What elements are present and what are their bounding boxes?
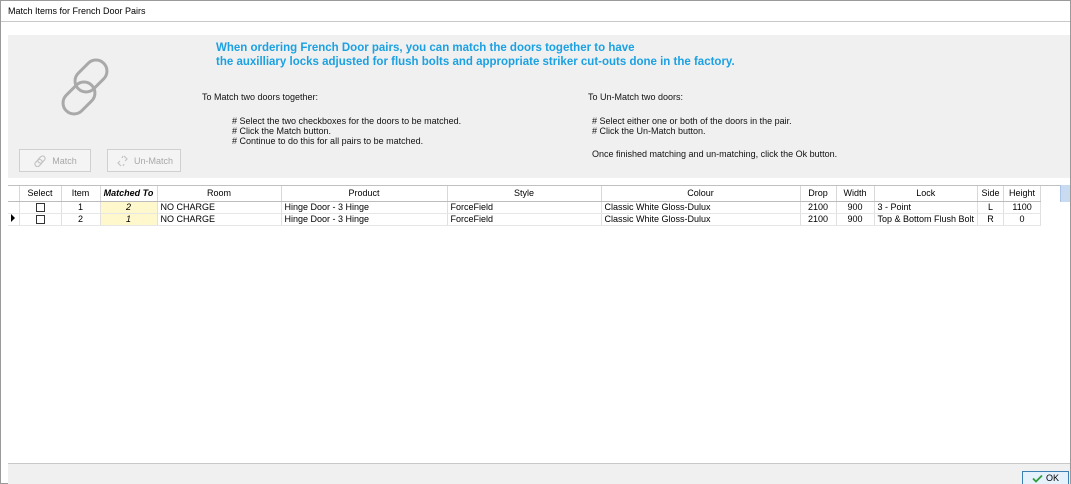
checkmark-icon	[1032, 474, 1043, 483]
select-checkbox[interactable]	[35, 202, 45, 212]
headline-line-2: the auxilliary locks adjusted for flush …	[216, 56, 735, 68]
col-header-side[interactable]: Side	[977, 186, 1005, 202]
matched-to-cell[interactable]: 2	[100, 201, 158, 214]
ok-button-label: OK	[1045, 473, 1059, 483]
matched-to-cell[interactable]: 1	[100, 213, 158, 226]
current-row-arrow-icon	[11, 213, 16, 222]
table-row[interactable]: 2 1 NO CHARGE Hinge Door - 3 Hinge Force…	[8, 213, 1042, 226]
grid-header-row: Select Item Matched To Room Product Styl…	[8, 186, 1042, 202]
room-cell: NO CHARGE	[157, 201, 282, 214]
col-header-room[interactable]: Room	[157, 186, 282, 202]
unmatch-step-1: # Select either one or both of the doors…	[592, 116, 792, 126]
height-cell: 0	[1003, 213, 1042, 226]
match-step-2: # Click the Match button.	[232, 126, 332, 136]
items-grid: Select Item Matched To Room Product Styl…	[8, 185, 1070, 462]
select-checkbox-cell[interactable]	[19, 201, 62, 214]
ok-button[interactable]: OK	[1022, 471, 1069, 484]
select-checkbox-cell[interactable]	[19, 213, 62, 226]
lock-cell: 3 - Point	[874, 201, 979, 214]
col-header-style[interactable]: Style	[447, 186, 602, 202]
width-cell: 900	[836, 213, 875, 226]
side-cell: R	[977, 213, 1005, 226]
col-header-product[interactable]: Product	[281, 186, 448, 202]
product-cell: Hinge Door - 3 Hinge	[281, 213, 448, 226]
style-cell: ForceField	[447, 213, 602, 226]
item-cell: 2	[61, 213, 101, 226]
table-row[interactable]: 1 2 NO CHARGE Hinge Door - 3 Hinge Force…	[8, 201, 1042, 214]
headline-line-1: When ordering French Door pairs, you can…	[216, 42, 635, 54]
product-cell: Hinge Door - 3 Hinge	[281, 201, 448, 214]
select-checkbox[interactable]	[35, 214, 45, 224]
match-step-3: # Continue to do this for all pairs to b…	[232, 136, 424, 146]
items-table: Select Item Matched To Room Product Styl…	[8, 186, 1042, 226]
col-header-height[interactable]: Height	[1003, 186, 1042, 202]
unmatch-button[interactable]: Un-Match	[107, 149, 181, 172]
unmatch-button-label: Un-Match	[133, 155, 173, 166]
link-chain-icon	[61, 58, 109, 116]
grid-column-chooser[interactable]	[1060, 185, 1070, 202]
row-indicator	[8, 201, 20, 214]
col-header-width[interactable]: Width	[836, 186, 875, 202]
colour-cell: Classic White Gloss-Dulux	[601, 213, 801, 226]
unmatch-instructions-title: To Un-Match two doors:	[588, 92, 684, 102]
height-cell: 1100	[1003, 201, 1042, 214]
grid-header-indicator	[8, 186, 20, 202]
item-cell: 1	[61, 201, 101, 214]
window-title: Match Items for French Door Pairs	[8, 6, 146, 16]
match-button[interactable]: Match	[19, 149, 91, 172]
drop-cell: 2100	[800, 201, 837, 214]
bottom-bar	[8, 463, 1070, 484]
width-cell: 900	[836, 201, 875, 214]
headline: When ordering French Door pairs, you can…	[216, 41, 816, 69]
col-header-item[interactable]: Item	[61, 186, 101, 202]
style-cell: ForceField	[447, 201, 602, 214]
instructions-panel: When ordering French Door pairs, you can…	[8, 35, 1070, 178]
unmatch-footer: Once finished matching and un-matching, …	[592, 149, 838, 159]
room-cell: NO CHARGE	[157, 213, 282, 226]
unmatch-step-2: # Click the Un-Match button.	[592, 126, 706, 136]
drop-cell: 2100	[800, 213, 837, 226]
broken-link-icon	[117, 155, 128, 166]
dialog-window: Match Items for French Door Pairs When o…	[0, 0, 1071, 484]
link-icon	[34, 154, 46, 167]
col-header-select[interactable]: Select	[19, 186, 62, 202]
match-button-label: Match	[52, 155, 77, 166]
col-header-drop[interactable]: Drop	[800, 186, 837, 202]
match-step-1: # Select the two checkboxes for the door…	[232, 116, 462, 126]
col-header-colour[interactable]: Colour	[601, 186, 801, 202]
col-header-lock[interactable]: Lock	[874, 186, 979, 202]
col-header-matched-to[interactable]: Matched To	[100, 186, 158, 202]
title-bar: Match Items for French Door Pairs	[1, 1, 1070, 22]
lock-cell: Top & Bottom Flush Bolt	[874, 213, 979, 226]
match-instructions-title: To Match two doors together:	[202, 92, 319, 102]
side-cell: L	[977, 201, 1005, 214]
colour-cell: Classic White Gloss-Dulux	[601, 201, 801, 214]
row-indicator	[8, 213, 20, 226]
